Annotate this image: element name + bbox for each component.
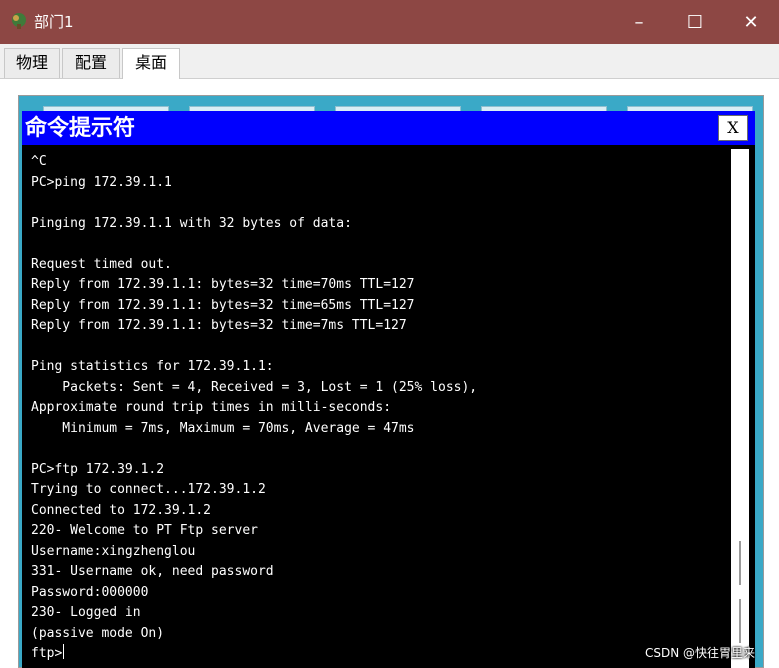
terminal-line: PC>ftp 172.39.1.2 (31, 461, 165, 477)
tab-desktop[interactable]: 桌面 (122, 48, 180, 79)
terminal-line: Connected to 172.39.1.2 (31, 502, 212, 518)
command-prompt-close-button[interactable]: X (718, 115, 748, 141)
terminal-line: Ping statistics for 172.39.1.1: (31, 359, 274, 374)
close-window-button[interactable]: ✕ (723, 0, 779, 44)
terminal-line: ^C (31, 154, 47, 169)
maximize-icon: ☐ (686, 11, 704, 33)
scrollbar-mark (739, 541, 741, 585)
watermark: CSDN @快往胃里来 (645, 646, 756, 660)
terminal-line: Username:xingzhenglou (31, 543, 196, 559)
terminal-line: 230- Logged in (31, 605, 141, 620)
close-icon: ✕ (743, 11, 759, 33)
text-cursor (63, 644, 65, 659)
terminal-scrollbar[interactable] (731, 149, 749, 668)
scrollbar-thumb[interactable] (739, 599, 741, 643)
terminal-line: Reply from 172.39.1.1: bytes=32 time=65m… (31, 297, 415, 313)
terminal-prompt: ftp> (31, 646, 63, 661)
pc-device-icon (12, 13, 26, 29)
minimize-icon: – (634, 11, 644, 33)
tab-config[interactable]: 配置 (62, 48, 120, 78)
terminal-line: Reply from 172.39.1.1: bytes=32 time=7ms… (31, 318, 407, 333)
terminal-line: PC>ping 172.39.1.1 (31, 174, 172, 190)
terminal-line: Trying to connect...172.39.1.2 (31, 482, 266, 497)
terminal-line: Reply from 172.39.1.1: bytes=32 time=70m… (31, 277, 415, 292)
terminal-line: 331- Username ok, need password (31, 564, 274, 579)
terminal-line: Pinging 172.39.1.1 with 32 bytes of data… (31, 215, 352, 231)
terminal-line: Request timed out. (31, 256, 172, 272)
terminal-prompt-line[interactable]: ftp> (31, 644, 721, 665)
tab-bar: 物理 配置 桌面 (0, 44, 779, 79)
terminal-output[interactable]: ^C PC>ping 172.39.1.1 Pinging 172.39.1.1 … (31, 152, 721, 665)
terminal-line: Minimum = 7ms, Maximum = 70ms, Average =… (31, 420, 415, 436)
terminal-line: Packets: Sent = 4, Received = 3, Lost = … (31, 379, 478, 395)
command-prompt-window: 命令提示符 X ^C PC>ping 172.39.1.1 Pinging 172… (22, 111, 755, 668)
command-prompt-title-bar: 命令提示符 X (22, 111, 755, 145)
maximize-button[interactable]: ☐ (667, 0, 723, 44)
terminal-line: Approximate round trip times in milli-se… (31, 400, 392, 415)
command-prompt-title: 命令提示符 (25, 115, 136, 141)
terminal-line: 220- Welcome to PT Ftp server (31, 523, 258, 538)
terminal-line: (passive mode On) (31, 625, 165, 641)
window-title-bar[interactable]: 部门1 – ☐ ✕ (0, 0, 779, 44)
tab-physical[interactable]: 物理 (4, 48, 60, 78)
terminal-line: Password:000000 (31, 584, 149, 600)
window-title: 部门1 (34, 13, 74, 31)
minimize-button[interactable]: – (611, 0, 667, 44)
